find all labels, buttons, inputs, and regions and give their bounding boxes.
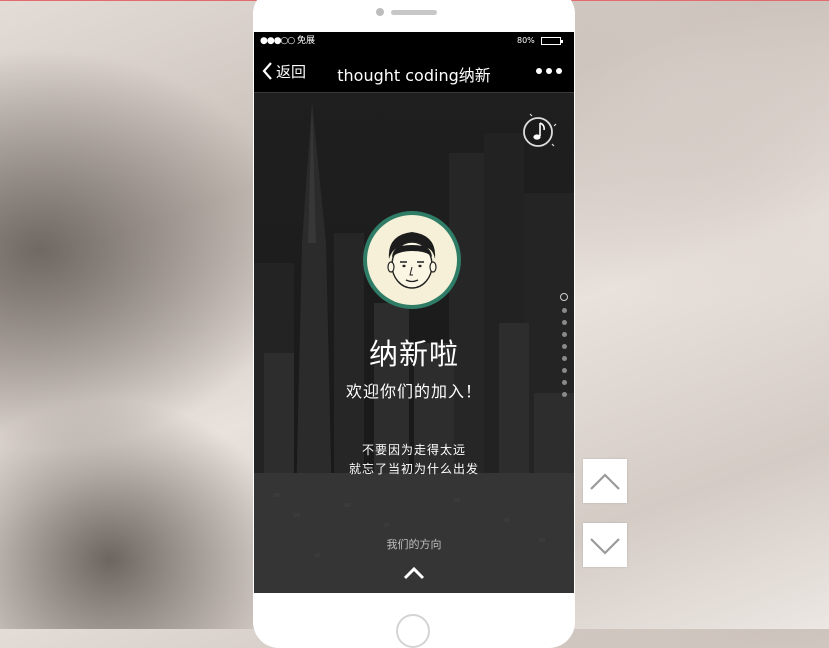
music-note-icon[interactable] bbox=[522, 112, 558, 148]
page-dot-2[interactable] bbox=[561, 308, 567, 313]
avatar bbox=[363, 211, 461, 309]
footer-hint: 我们的方向 bbox=[386, 538, 442, 551]
chevron-up-icon[interactable] bbox=[402, 565, 426, 581]
chevron-up-icon bbox=[590, 473, 620, 490]
previous-page-button[interactable] bbox=[583, 459, 627, 503]
home-button[interactable] bbox=[396, 614, 430, 648]
slide-content[interactable]: 纳新啦 欢迎你们的加入！ 不要因为走得太远 就忘了当初为什么出发 我们的方向 bbox=[254, 93, 574, 593]
back-label: 返回 bbox=[276, 62, 307, 81]
page-dot-4[interactable] bbox=[561, 332, 567, 337]
quote-line-2: 就忘了当初为什么出发 bbox=[348, 462, 479, 476]
welcome-subline: 欢迎你们的加入！ bbox=[345, 382, 482, 401]
page-dot-8[interactable] bbox=[561, 380, 567, 385]
chevron-left-icon bbox=[262, 62, 272, 80]
page-title: thought coding纳新 bbox=[337, 66, 491, 85]
page-dot-7[interactable] bbox=[561, 368, 567, 373]
carrier-name: 免展 bbox=[297, 36, 316, 46]
earpiece-speaker bbox=[391, 10, 437, 15]
back-button[interactable]: 返回 bbox=[261, 60, 306, 82]
page-dot-1[interactable] bbox=[560, 293, 568, 301]
headline: 纳新啦 bbox=[368, 337, 459, 371]
chevron-down-icon bbox=[590, 538, 620, 555]
phone-screen: ●●●○○ 免展 80% 返回 thought coding纳新 纳新啦 欢迎你… bbox=[254, 32, 574, 593]
status-bar: ●●●○○ 免展 80% bbox=[254, 32, 574, 52]
page-dot-9[interactable] bbox=[561, 392, 567, 397]
more-button[interactable] bbox=[536, 61, 562, 81]
page-indicator bbox=[560, 293, 568, 404]
cartoon-face-avatar bbox=[387, 232, 437, 289]
next-page-button[interactable] bbox=[583, 523, 627, 567]
page-dot-5[interactable] bbox=[561, 344, 567, 349]
quote-line-1: 不要因为走得太远 bbox=[361, 443, 466, 457]
nav-bar: 返回 thought coding纳新 bbox=[254, 52, 574, 93]
phone-frame: ●●●○○ 免展 80% 返回 thought coding纳新 纳新啦 欢迎你… bbox=[253, 0, 575, 648]
front-camera bbox=[376, 8, 384, 16]
page-dot-3[interactable] bbox=[561, 320, 567, 325]
signal-strength: ●●●○○ bbox=[260, 36, 295, 46]
more-dots-icon bbox=[536, 68, 542, 74]
page-dot-6[interactable] bbox=[561, 356, 567, 361]
battery-percent: 80% bbox=[517, 36, 535, 45]
battery-icon bbox=[541, 37, 563, 45]
